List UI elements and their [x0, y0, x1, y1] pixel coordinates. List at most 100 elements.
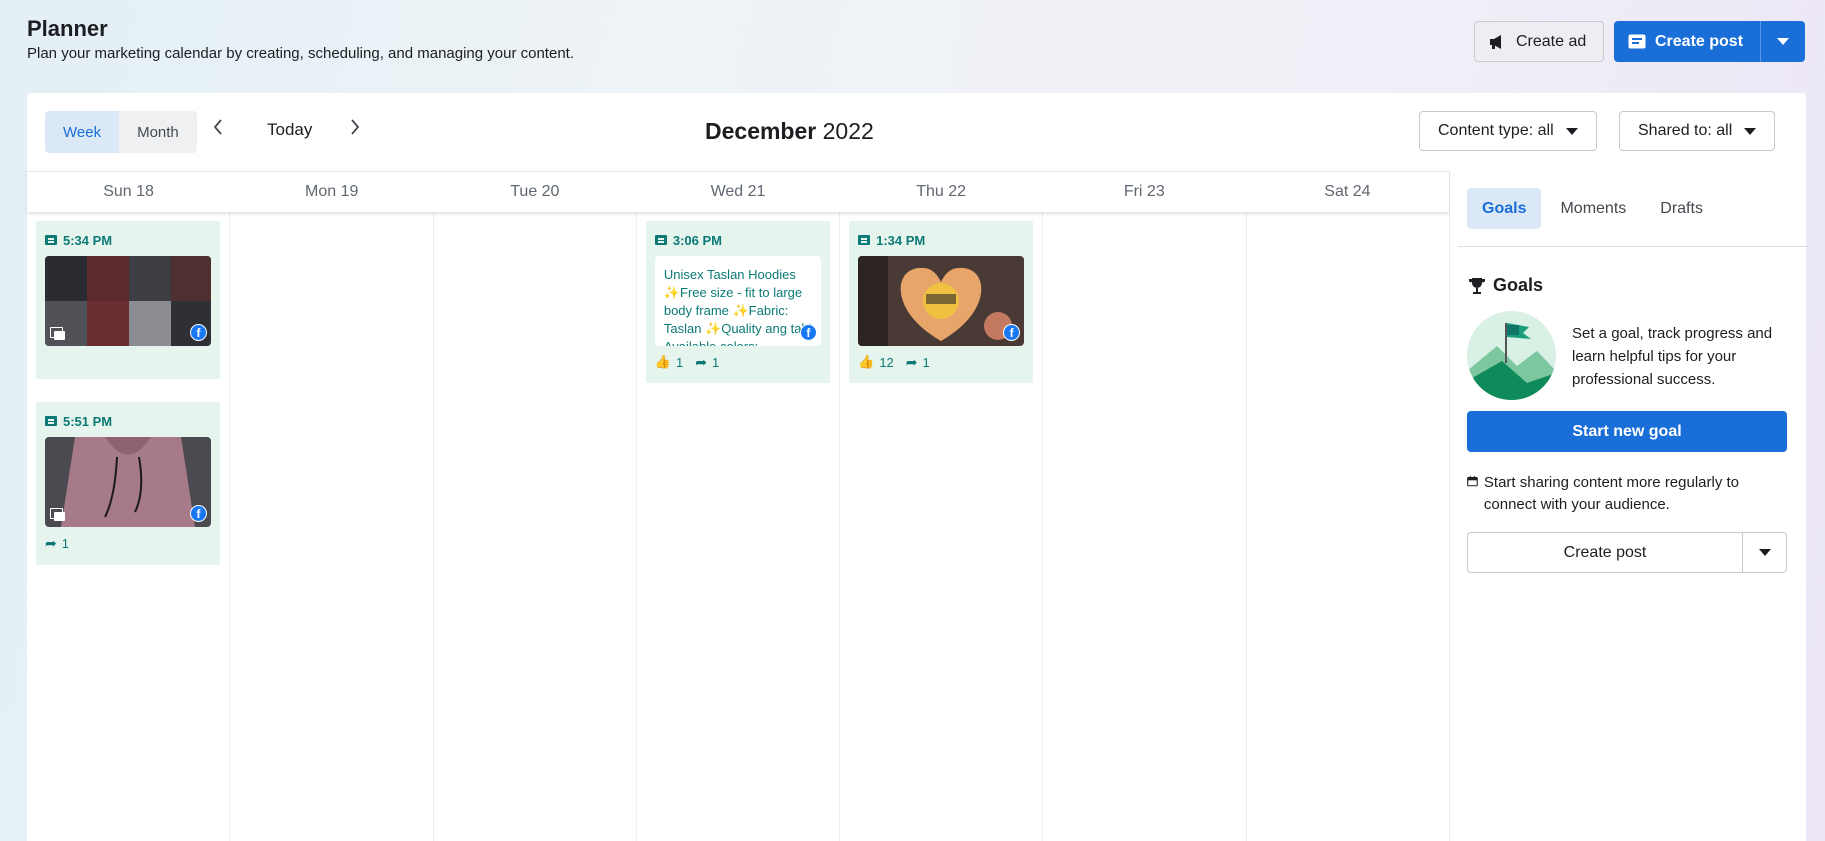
post-time: 3:06 PM [654, 232, 821, 248]
day-column-sat[interactable] [1247, 212, 1449, 841]
week-calendar: Sun 18 Mon 19 Tue 20 Wed 21 Thu 22 Fri 2… [27, 171, 1449, 841]
day-header-thu: Thu 22 [916, 183, 967, 200]
post-card[interactable]: 3:06 PM Unisex Taslan Hoodies ✨Free size… [645, 221, 830, 383]
tab-goals[interactable]: Goals [1467, 188, 1542, 229]
shares-count: 1 [712, 354, 720, 370]
post-icon [45, 416, 57, 426]
sidebar-create-post-split-button: Create post [1467, 532, 1787, 573]
tab-moments[interactable]: Moments [1545, 188, 1641, 229]
day-columns: 5:34 PM f 5:51 PM f ➦ 1 3:06 PM Unisex T… [27, 212, 1449, 841]
sidebar-create-post-dropdown[interactable] [1743, 532, 1787, 573]
likes-stat: 👍 12 [858, 354, 894, 370]
create-post-dropdown[interactable] [1760, 21, 1805, 62]
pink-hoodie-image [45, 437, 211, 527]
post-icon [1628, 34, 1646, 49]
goals-heading: Goals [1467, 275, 1543, 296]
sidebar-create-post-button[interactable]: Create post [1467, 532, 1743, 573]
post-text: Unisex Taslan Hoodies ✨Free size - fit t… [663, 267, 812, 346]
view-toggle: Week Month [45, 111, 197, 153]
shares-stat: ➦ 1 [45, 535, 69, 552]
likes-count: 12 [879, 354, 894, 370]
facebook-icon: f [799, 324, 817, 341]
tab-drafts[interactable]: Drafts [1645, 188, 1718, 229]
multi-photo-icon [50, 508, 66, 522]
facebook-icon: f [190, 505, 207, 522]
post-icon [45, 235, 57, 245]
shared-to-filter[interactable]: Shared to: all [1619, 111, 1776, 151]
share-icon: ➦ [905, 353, 918, 370]
day-column-fri[interactable] [1043, 212, 1247, 841]
day-column-sun[interactable]: 5:34 PM f 5:51 PM f ➦ 1 [27, 212, 231, 841]
post-thumbnail[interactable]: f [45, 437, 211, 527]
chevron-right-icon[interactable] [349, 118, 361, 142]
sidebar-divider [1458, 246, 1808, 247]
post-thumbnail[interactable]: f [45, 256, 211, 346]
post-icon [858, 235, 871, 245]
today-button[interactable]: Today [267, 120, 312, 140]
post-time-label: 5:51 PM [63, 413, 113, 429]
post-text-preview[interactable]: Unisex Taslan Hoodies ✨Free size - fit t… [654, 256, 821, 346]
shares-count: 1 [922, 354, 930, 370]
post-time-label: 3:06 PM [672, 232, 722, 248]
post-time: 1:34 PM [858, 232, 1024, 248]
day-column-wed[interactable]: 3:06 PM Unisex Taslan Hoodies ✨Free size… [637, 212, 841, 841]
post-stats: 👍 1 ➦ 1 [655, 346, 821, 376]
day-header-sun: Sun 18 [103, 183, 154, 200]
likes-count: 1 [676, 354, 684, 370]
share-icon: ➦ [695, 353, 707, 370]
chevron-down-icon [1777, 38, 1789, 45]
chevron-down-icon [1744, 127, 1757, 135]
day-column-tue[interactable] [434, 212, 637, 841]
post-thumbnail[interactable]: f [858, 256, 1025, 346]
header-actions: Create ad Create post [1474, 21, 1805, 62]
goal-description: Set a goal, track progress and learn hel… [1572, 325, 1773, 388]
current-period-title: December 2022 [705, 118, 874, 145]
goal-illustration [1467, 311, 1556, 400]
page-subtitle: Plan your marketing calendar by creating… [27, 45, 574, 62]
heart-box-image [858, 256, 1025, 346]
create-ad-button[interactable]: Create ad [1474, 21, 1604, 62]
megaphone-icon [1490, 34, 1501, 49]
chevron-left-icon[interactable] [212, 118, 224, 142]
post-card[interactable]: 5:34 PM f [36, 221, 220, 379]
post-card[interactable]: 1:34 PM f 👍 12 ➦ 1 [849, 221, 1034, 383]
post-icon [654, 235, 667, 245]
post-time-label: 5:34 PM [63, 232, 113, 248]
tip: Start sharing content more regularly to … [1467, 472, 1787, 516]
post-stats: 👍 12 ➦ 1 [858, 346, 1024, 376]
day-header-sat: Sat 24 [1324, 183, 1371, 200]
post-time: 5:34 PM [45, 232, 211, 248]
goals-heading-label: Goals [1493, 275, 1544, 295]
page-header: Planner Plan your marketing calendar by … [27, 14, 574, 62]
start-new-goal-button[interactable]: Start new goal [1467, 411, 1787, 452]
thumbs-up-icon: 👍 [858, 354, 875, 369]
post-card[interactable]: 5:51 PM f ➦ 1 [36, 402, 220, 565]
day-headers: Sun 18 Mon 19 Tue 20 Wed 21 Thu 22 Fri 2… [27, 171, 1449, 212]
post-stats: ➦ 1 [45, 527, 211, 557]
view-week-button[interactable]: Week [45, 111, 120, 153]
shares-count: 1 [61, 535, 69, 551]
likes-stat: 👍 1 [655, 354, 683, 370]
day-header-tue: Tue 20 [510, 183, 560, 200]
create-post-label: Create post [1655, 32, 1744, 50]
trophy-icon [1469, 277, 1485, 294]
shared-to-filter-label: Shared to: all [1638, 122, 1733, 139]
post-time: 5:51 PM [45, 413, 211, 429]
chevron-down-icon [1758, 549, 1771, 556]
shares-stat: ➦ 1 [695, 354, 719, 371]
sidebar-tabs: Goals Moments Drafts [1467, 188, 1718, 229]
view-month-button[interactable]: Month [119, 111, 197, 153]
hoodies-image [45, 256, 211, 346]
multi-photo-icon [50, 327, 66, 341]
create-post-button[interactable]: Create post [1614, 21, 1760, 62]
share-icon: ➦ [45, 534, 57, 551]
year: 2022 [822, 118, 874, 144]
thumbs-up-icon: 👍 [654, 354, 672, 369]
post-time-label: 1:34 PM [876, 232, 926, 248]
day-column-thu[interactable]: 1:34 PM f 👍 12 ➦ 1 [840, 212, 1044, 841]
content-type-filter[interactable]: Content type: all [1419, 111, 1597, 151]
day-column-mon[interactable] [230, 212, 434, 841]
day-header-mon: Mon 19 [305, 183, 359, 200]
calendar-toolbar: Week Month Today December 2022 Content t… [27, 93, 1806, 170]
planner-panel: Week Month Today December 2022 Content t… [27, 93, 1808, 841]
